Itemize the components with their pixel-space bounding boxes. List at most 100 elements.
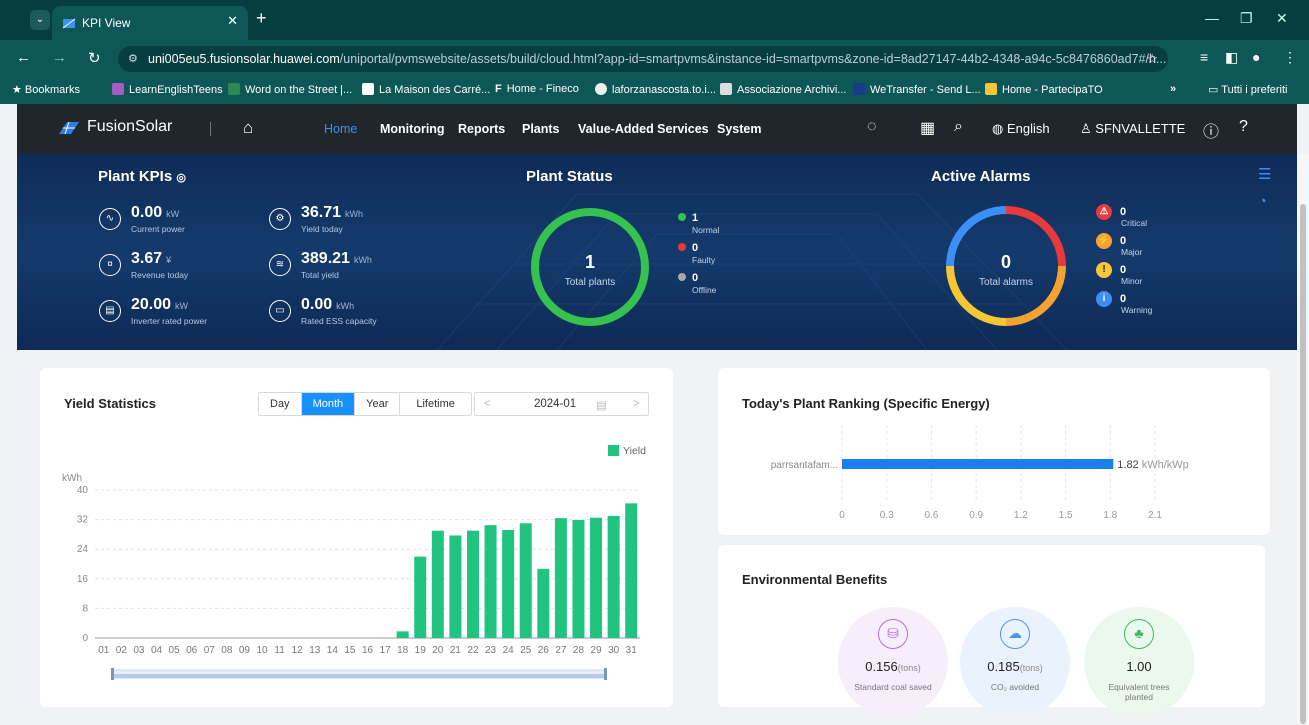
more-bookmarks-button[interactable]: »	[1170, 83, 1176, 95]
yield-chart[interactable]: 0816243240kWh01 02 03 04 05 06 07 08 09 10 11 12 13 1…	[40, 430, 673, 695]
x-tick-label: 10	[256, 645, 268, 656]
bookmark-partecipato[interactable]: Home - PartecipaTO	[985, 83, 1103, 96]
x-tick-label: 14	[327, 645, 339, 656]
ranking-tick-label: 1.8	[1103, 510, 1117, 521]
restore-icon[interactable]: ❐	[1240, 10, 1253, 27]
star-icon: ★	[12, 84, 25, 96]
page-scrollbar[interactable]	[1297, 154, 1309, 725]
search-icon[interactable]: ⌕	[954, 118, 963, 136]
chat-icon[interactable]: ◌	[867, 118, 877, 136]
info-icon[interactable]: ⓘ	[1203, 118, 1219, 142]
site-info-icon[interactable]: ⚙	[128, 46, 138, 72]
legend-normal[interactable]: 1 Normal	[678, 212, 719, 235]
date-picker[interactable]: < 2024-01 ▤ >	[474, 392, 649, 416]
legend-faulty[interactable]: 0 Faulty	[678, 242, 715, 265]
critical-alarm-icon: ⚠	[1096, 204, 1112, 220]
period-lifetime[interactable]: Lifetime	[400, 393, 471, 415]
y-tick-label: 16	[77, 574, 89, 585]
tab-search-button[interactable]: ⌄	[30, 10, 50, 30]
all-bookmarks-folder[interactable]: ▭ Tutti i preferiti	[1208, 83, 1288, 96]
alarm-minor[interactable]: ! 0 Minor	[1096, 262, 1142, 286]
major-alarm-icon: ⚡	[1096, 233, 1112, 249]
bookmark-wetransfer[interactable]: WeTransfer - Send L...	[853, 83, 981, 96]
forward-icon[interactable]: →	[52, 49, 67, 66]
bookmark-associazione[interactable]: Associazione Archivi...	[720, 83, 846, 96]
browser-tab[interactable]: KPI View ✕	[52, 6, 248, 40]
battery-icon: ▭	[269, 300, 291, 322]
menu-value-added-services[interactable]: Value-Added Services	[578, 122, 709, 136]
legend-offline[interactable]: 0 Offline	[678, 272, 716, 295]
user-icon: ♙	[1080, 121, 1096, 136]
bookmarks-manager[interactable]: ★ Bookmarks	[12, 83, 80, 96]
alarm-warning[interactable]: i 0 Warning	[1096, 291, 1152, 315]
browser-menu-icon[interactable]: ⋮	[1283, 49, 1297, 66]
menu-plants[interactable]: Plants	[522, 122, 560, 136]
bookmark-star-icon[interactable]: ☆	[1146, 46, 1158, 72]
yield-bar	[572, 519, 585, 638]
fusionsolar-logo[interactable]: FusionSolar	[57, 118, 172, 136]
minimize-icon[interactable]: —	[1205, 10, 1219, 26]
plant-kpis-title: Plant KPIs ◎	[98, 168, 186, 185]
menu-system[interactable]: System	[717, 122, 761, 136]
language-selector[interactable]: ◍ English	[992, 121, 1050, 137]
bookmark-fineco[interactable]: F Home - Fineco	[495, 83, 579, 95]
close-tab-icon[interactable]: ✕	[227, 13, 238, 29]
yield-statistics-title: Yield Statistics	[64, 396, 156, 411]
list-view-icon[interactable]: ☰	[1258, 165, 1271, 183]
url-path: /uniportal/pvmswebsite/assets/build/clou…	[339, 52, 1167, 66]
x-tick-label: 23	[485, 645, 497, 656]
user-menu[interactable]: ♙ SFNVALLETTE	[1080, 121, 1185, 137]
period-year[interactable]: Year	[355, 393, 401, 415]
chart-view-icon[interactable]: ◔	[1258, 193, 1271, 210]
prev-month-button[interactable]: <	[484, 398, 491, 410]
logo-icon	[59, 121, 79, 135]
zoom-handle-right	[604, 668, 607, 680]
next-month-button[interactable]: >	[633, 398, 640, 410]
calendar-icon[interactable]: ▦	[920, 118, 935, 138]
alarm-major[interactable]: ⚡ 0 Major	[1096, 233, 1142, 257]
yield-bar	[625, 503, 638, 638]
help-icon[interactable]: ?	[1239, 118, 1248, 136]
extensions-icon[interactable]: ≡	[1200, 49, 1208, 65]
url-field[interactable]: ⚙ uni005eu5.fusionsolar.huawei.com/unipo…	[118, 46, 1168, 72]
x-tick-label: 05	[169, 645, 181, 656]
y-tick-label: 40	[77, 485, 89, 496]
x-tick-label: 21	[450, 645, 462, 656]
menu-monitoring[interactable]: Monitoring	[380, 122, 445, 136]
x-tick-label: 27	[555, 645, 567, 656]
menu-reports[interactable]: Reports	[458, 122, 505, 136]
back-icon[interactable]: ←	[16, 49, 31, 66]
scrollbar-thumb[interactable]	[1300, 204, 1306, 724]
fineco-icon: F	[495, 83, 502, 95]
ranking-tick-label: 0.3	[880, 510, 894, 521]
ranking-tick-label: 1.5	[1059, 510, 1073, 521]
x-tick-label: 11	[274, 645, 285, 656]
reload-icon[interactable]: ↻	[88, 49, 101, 67]
bookmark-la-maison[interactable]: La Maison des Carré...	[362, 83, 490, 96]
window-close-icon[interactable]: ✕	[1276, 10, 1288, 27]
bookmark-word-on-the-street[interactable]: Word on the Street |...	[228, 83, 352, 96]
ranking-chart[interactable]: 0 0.3 0.6 0.9 1.2 1.5 1.8 2.1 parrsantafam... 1.8…	[718, 420, 1270, 530]
x-tick-label: 20	[432, 645, 444, 656]
period-month[interactable]: Month	[301, 393, 356, 415]
calendar-icon[interactable]: ▤	[596, 398, 607, 412]
bookmark-learnenglishteens[interactable]: LearnEnglishTeens	[112, 83, 223, 96]
x-tick-label: 24	[503, 645, 515, 656]
profile-avatar[interactable]: ●	[1252, 49, 1260, 65]
new-tab-icon[interactable]: +	[256, 8, 267, 29]
co2-avoided-tile: ☁ 0.185(tons) CO₂ avoided	[960, 607, 1070, 717]
settings-icon[interactable]: ◎	[176, 172, 186, 184]
logo-text: FusionSolar	[87, 118, 173, 135]
y-tick-label: 24	[77, 544, 89, 555]
total-alarms-value: 0	[1000, 252, 1011, 272]
ranking-tick-label: 0.6	[924, 510, 938, 521]
yield-bar	[484, 525, 497, 638]
bookmark-laforzanascosta[interactable]: laforzanascosta.to.i...	[595, 83, 716, 96]
side-panel-icon[interactable]: ◧	[1225, 49, 1238, 66]
menu-home[interactable]: Home	[324, 122, 357, 136]
alarm-critical[interactable]: ⚠ 0 Critical	[1096, 204, 1147, 228]
home-icon[interactable]: ⌂	[243, 118, 253, 138]
side-toolbar: ☰ ◔	[1258, 165, 1271, 210]
warning-alarm-icon: i	[1096, 291, 1112, 307]
period-day[interactable]: Day	[259, 393, 302, 415]
